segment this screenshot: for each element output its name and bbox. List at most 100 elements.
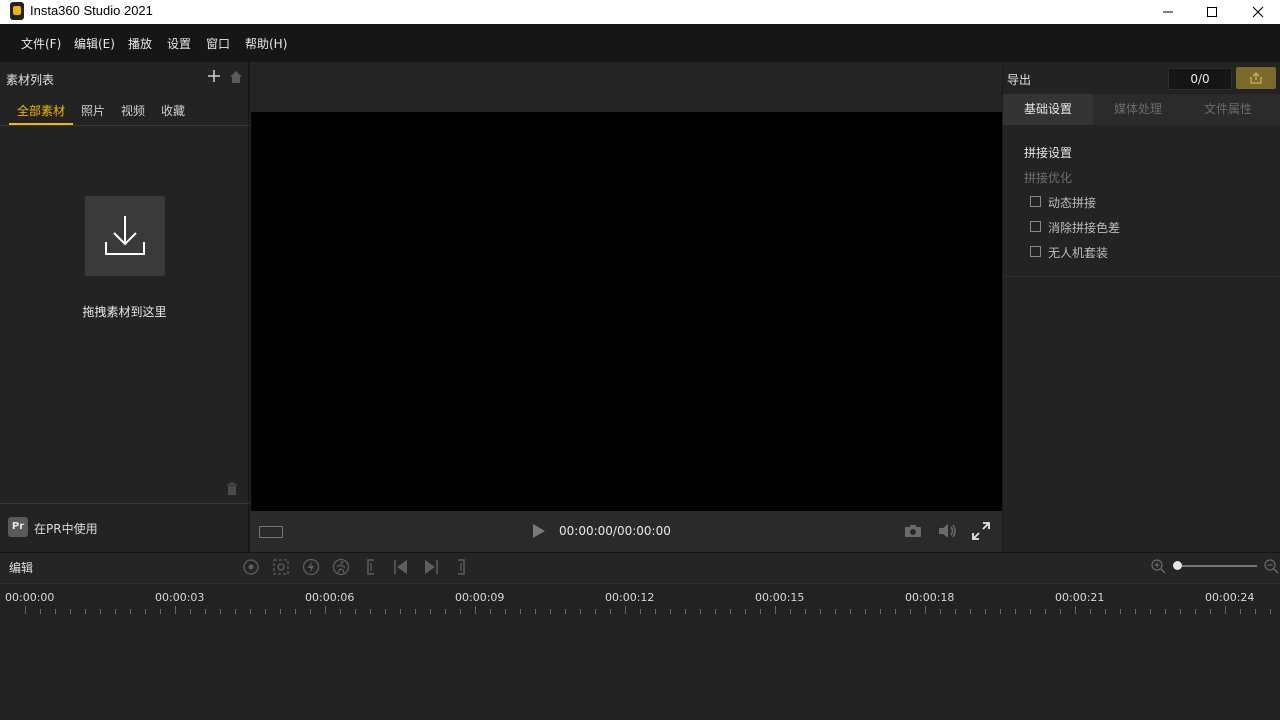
menu-window[interactable]: 窗口	[206, 35, 230, 52]
option-label: 无人机套装	[1048, 246, 1109, 260]
ruler-minor-tick	[340, 609, 341, 614]
video-viewport[interactable]	[251, 112, 1002, 511]
ruler-minor-tick	[970, 609, 971, 614]
skip-back-icon[interactable]	[391, 557, 411, 577]
ruler-minor-tick	[1060, 609, 1061, 614]
volume-icon[interactable]	[938, 523, 958, 539]
close-button[interactable]	[1235, 0, 1280, 24]
minimize-button[interactable]	[1145, 0, 1191, 24]
ruler-minor-tick	[1030, 609, 1031, 614]
menu-help[interactable]: 帮助(H)	[245, 35, 287, 52]
ruler-minor-tick	[295, 609, 296, 614]
add-media-icon[interactable]	[206, 68, 222, 84]
runner-icon[interactable]	[331, 557, 351, 577]
ruler-minor-tick	[1105, 609, 1106, 614]
ruler-minor-tick	[685, 609, 686, 614]
ruler-minor-tick	[55, 609, 56, 614]
tick-label: 00:00:09	[455, 591, 505, 604]
ruler-minor-tick	[415, 609, 416, 614]
trash-icon[interactable]	[226, 482, 238, 496]
checkbox-drone-kit[interactable]	[1030, 246, 1041, 257]
ruler-minor-tick	[205, 609, 206, 614]
divider	[1003, 276, 1280, 277]
ruler-minor-tick	[100, 609, 101, 614]
ruler-minor-tick	[1180, 609, 1181, 614]
tab-media-processing[interactable]: 媒体处理	[1093, 94, 1183, 125]
zoom-in-icon[interactable]	[1150, 558, 1166, 574]
ruler-minor-tick	[1045, 609, 1046, 614]
tab-basic-settings[interactable]: 基础设置	[1003, 94, 1093, 125]
export-counter: 0/0	[1168, 68, 1232, 90]
tab-videos[interactable]: 视频	[121, 102, 145, 119]
ruler-minor-tick	[670, 609, 671, 614]
ruler-major-tick	[1225, 606, 1226, 614]
media-tabs: 全部素材 照片 视频 收藏	[0, 94, 249, 126]
export-button[interactable]	[1236, 67, 1276, 89]
speed-icon[interactable]	[301, 557, 321, 577]
media-list-title: 素材列表	[6, 73, 55, 87]
ruler-minor-tick	[790, 609, 791, 614]
ruler-minor-tick	[280, 609, 281, 614]
timeline-ruler[interactable]: 00:00:00 00:00:03 00:00:06 00:00:09 00:0…	[0, 583, 1280, 617]
ruler-minor-tick	[220, 609, 221, 614]
tick-label: 00:00:06	[305, 591, 355, 604]
maximize-icon	[1207, 7, 1217, 17]
trim-end-icon[interactable]	[451, 557, 471, 577]
play-icon[interactable]	[532, 523, 546, 539]
title-bar: Insta360 Studio 2021	[0, 0, 1280, 24]
ruler-minor-tick	[1120, 609, 1121, 614]
menu-edit[interactable]: 编辑(E)	[74, 35, 115, 52]
tab-favorites[interactable]: 收藏	[161, 102, 185, 119]
ruler-major-tick	[775, 606, 776, 614]
trim-start-icon[interactable]	[361, 557, 381, 577]
ruler-minor-tick	[550, 609, 551, 614]
target-icon[interactable]	[241, 557, 261, 577]
ruler-minor-tick	[250, 609, 251, 614]
menu-file[interactable]: 文件(F)	[21, 35, 61, 52]
menu-play[interactable]: 播放	[128, 35, 152, 52]
ruler-minor-tick	[820, 609, 821, 614]
skip-forward-icon[interactable]	[421, 557, 441, 577]
auto-frame-icon[interactable]	[271, 557, 291, 577]
tab-all-media[interactable]: 全部素材	[17, 102, 65, 119]
home-folder-icon[interactable]	[229, 70, 243, 84]
ruler-minor-tick	[310, 609, 311, 614]
ruler-minor-tick	[565, 609, 566, 614]
zoom-slider-handle[interactable]	[1173, 561, 1182, 570]
tick-label: 00:00:15	[755, 591, 805, 604]
tick-label: 00:00:12	[605, 591, 655, 604]
ruler-minor-tick	[535, 609, 536, 614]
import-drop-zone[interactable]	[85, 196, 165, 276]
zoom-slider-track[interactable]	[1177, 565, 1257, 567]
aspect-ratio-icon[interactable]	[259, 526, 283, 538]
tab-photos[interactable]: 照片	[81, 102, 105, 119]
ruler-minor-tick	[910, 609, 911, 614]
ruler-major-tick	[1075, 606, 1076, 614]
maximize-button[interactable]	[1189, 0, 1235, 24]
menu-settings[interactable]: 设置	[167, 35, 191, 52]
checkbox-color-correction[interactable]	[1030, 221, 1041, 232]
ruler-minor-tick	[385, 609, 386, 614]
fullscreen-icon[interactable]	[972, 522, 990, 540]
ruler-minor-tick	[865, 609, 866, 614]
use-in-premiere[interactable]: Pr 在PR中使用	[0, 503, 249, 552]
ruler-minor-tick	[40, 609, 41, 614]
snapshot-camera-icon[interactable]	[904, 524, 922, 538]
timeline-panel: 编辑 00:00:00 00:00:03 00:00:06 00:00:09 0…	[0, 552, 1280, 720]
ruler-minor-tick	[655, 609, 656, 614]
ruler-minor-tick	[1000, 609, 1001, 614]
minimize-icon	[1163, 11, 1173, 13]
ruler-minor-tick	[145, 609, 146, 614]
ruler-minor-tick	[445, 609, 446, 614]
zoom-out-icon[interactable]	[1263, 558, 1279, 574]
ruler-minor-tick	[370, 609, 371, 614]
ruler-minor-tick	[940, 609, 941, 614]
checkbox-dynamic-stitch[interactable]	[1030, 196, 1041, 207]
ruler-minor-tick	[595, 609, 596, 614]
tick-label: 00:00:00	[5, 591, 55, 604]
player-top-strip	[250, 62, 1002, 112]
export-tabs: 基础设置 媒体处理 文件属性	[1003, 94, 1280, 125]
tick-label: 00:00:18	[905, 591, 955, 604]
tab-file-properties[interactable]: 文件属性	[1183, 94, 1273, 125]
playback-time: 00:00:00/00:00:00	[559, 524, 671, 538]
